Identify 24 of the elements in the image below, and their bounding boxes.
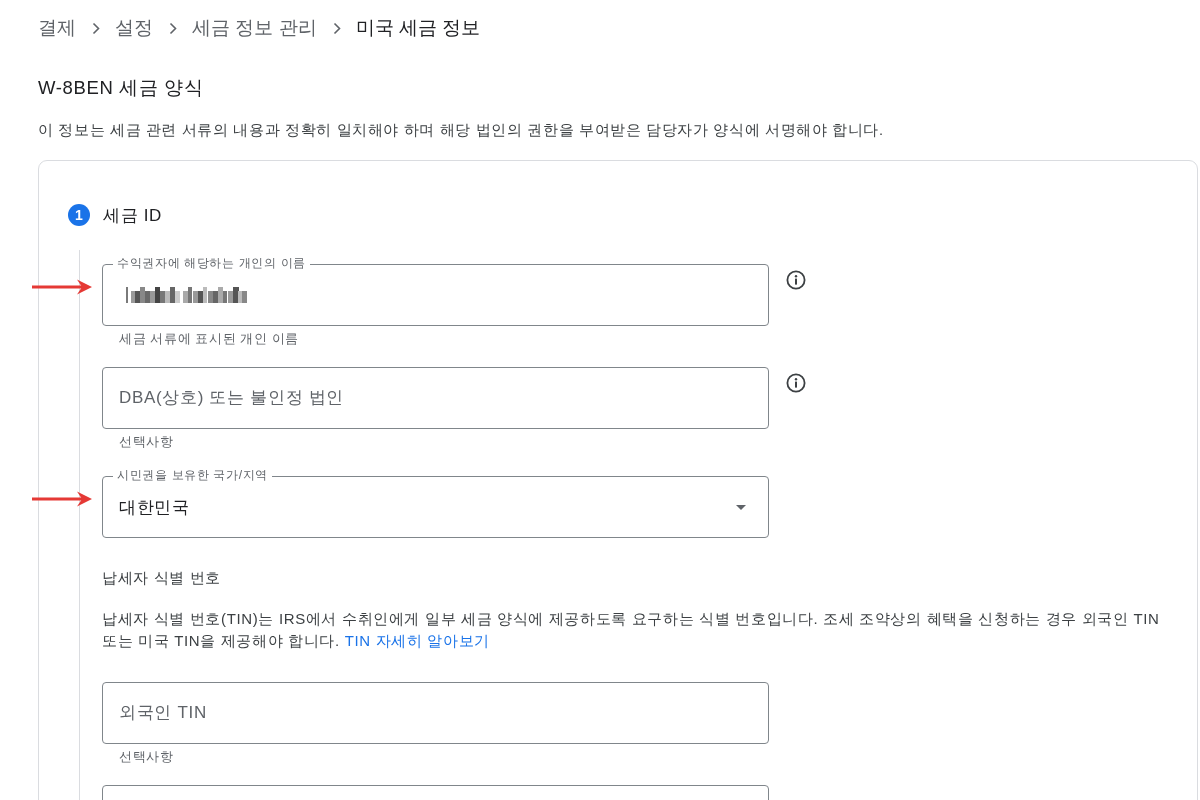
learn-more-link[interactable]: TIN 자세히 알아보기 xyxy=(344,632,490,649)
caret-down-icon xyxy=(736,504,746,510)
step-number: 1 xyxy=(68,204,90,226)
breadcrumb-link[interactable]: 세금 정보 관리 xyxy=(192,14,317,42)
form-title: W-8BEN 세금 양식 xyxy=(38,76,205,100)
form-description: 이 정보는 세금 관련 서류의 내용과 정확히 일치해야 하며 해당 법인의 권한을 부여받은 담당자가 양식에 서명해야 합니다. xyxy=(38,121,885,140)
section-heading: 납세자 식별 번호 xyxy=(102,568,223,588)
breadcrumb-link[interactable]: 결제 xyxy=(38,14,76,42)
chevron-right-icon xyxy=(169,21,177,35)
helper-text: 선택사항 xyxy=(119,434,175,450)
chevron-right-icon xyxy=(92,21,100,35)
breadcrumb-link[interactable]: 설정 xyxy=(115,14,153,42)
info-icon[interactable] xyxy=(786,373,806,393)
helper-text: 세금 서류에 표시된 개인 이름 xyxy=(119,331,301,347)
field-label: 수익권자에 해당하는 개인의 이름 xyxy=(113,255,310,271)
text-field[interactable]: 외국인 TIN xyxy=(102,682,769,744)
step-title: 세금 ID xyxy=(103,204,162,227)
info-paragraph: 납세자 식별 번호(TIN)는 IRS에서 수취인에게 일부 세금 양식에 제공하도록 요구하는 식별 번호입니다. 조세 조약상의 혜택을 신청하는 경우 외국인 TIN 또는 미국 TIN을 제공해야 합니다. TIN 자세히 알아보기 xyxy=(102,609,1161,651)
chevron-right-icon xyxy=(332,21,341,35)
field-label: 시민권을 보유한 국가/지역 xyxy=(113,467,272,483)
text-field[interactable]: DBA(상호) 또는 불인정 법인 xyxy=(102,367,769,429)
info-icon[interactable] xyxy=(786,270,806,290)
current-page-crumb: 미국 세금 정보 xyxy=(355,16,481,40)
helper-text: 선택사항 xyxy=(119,749,175,765)
